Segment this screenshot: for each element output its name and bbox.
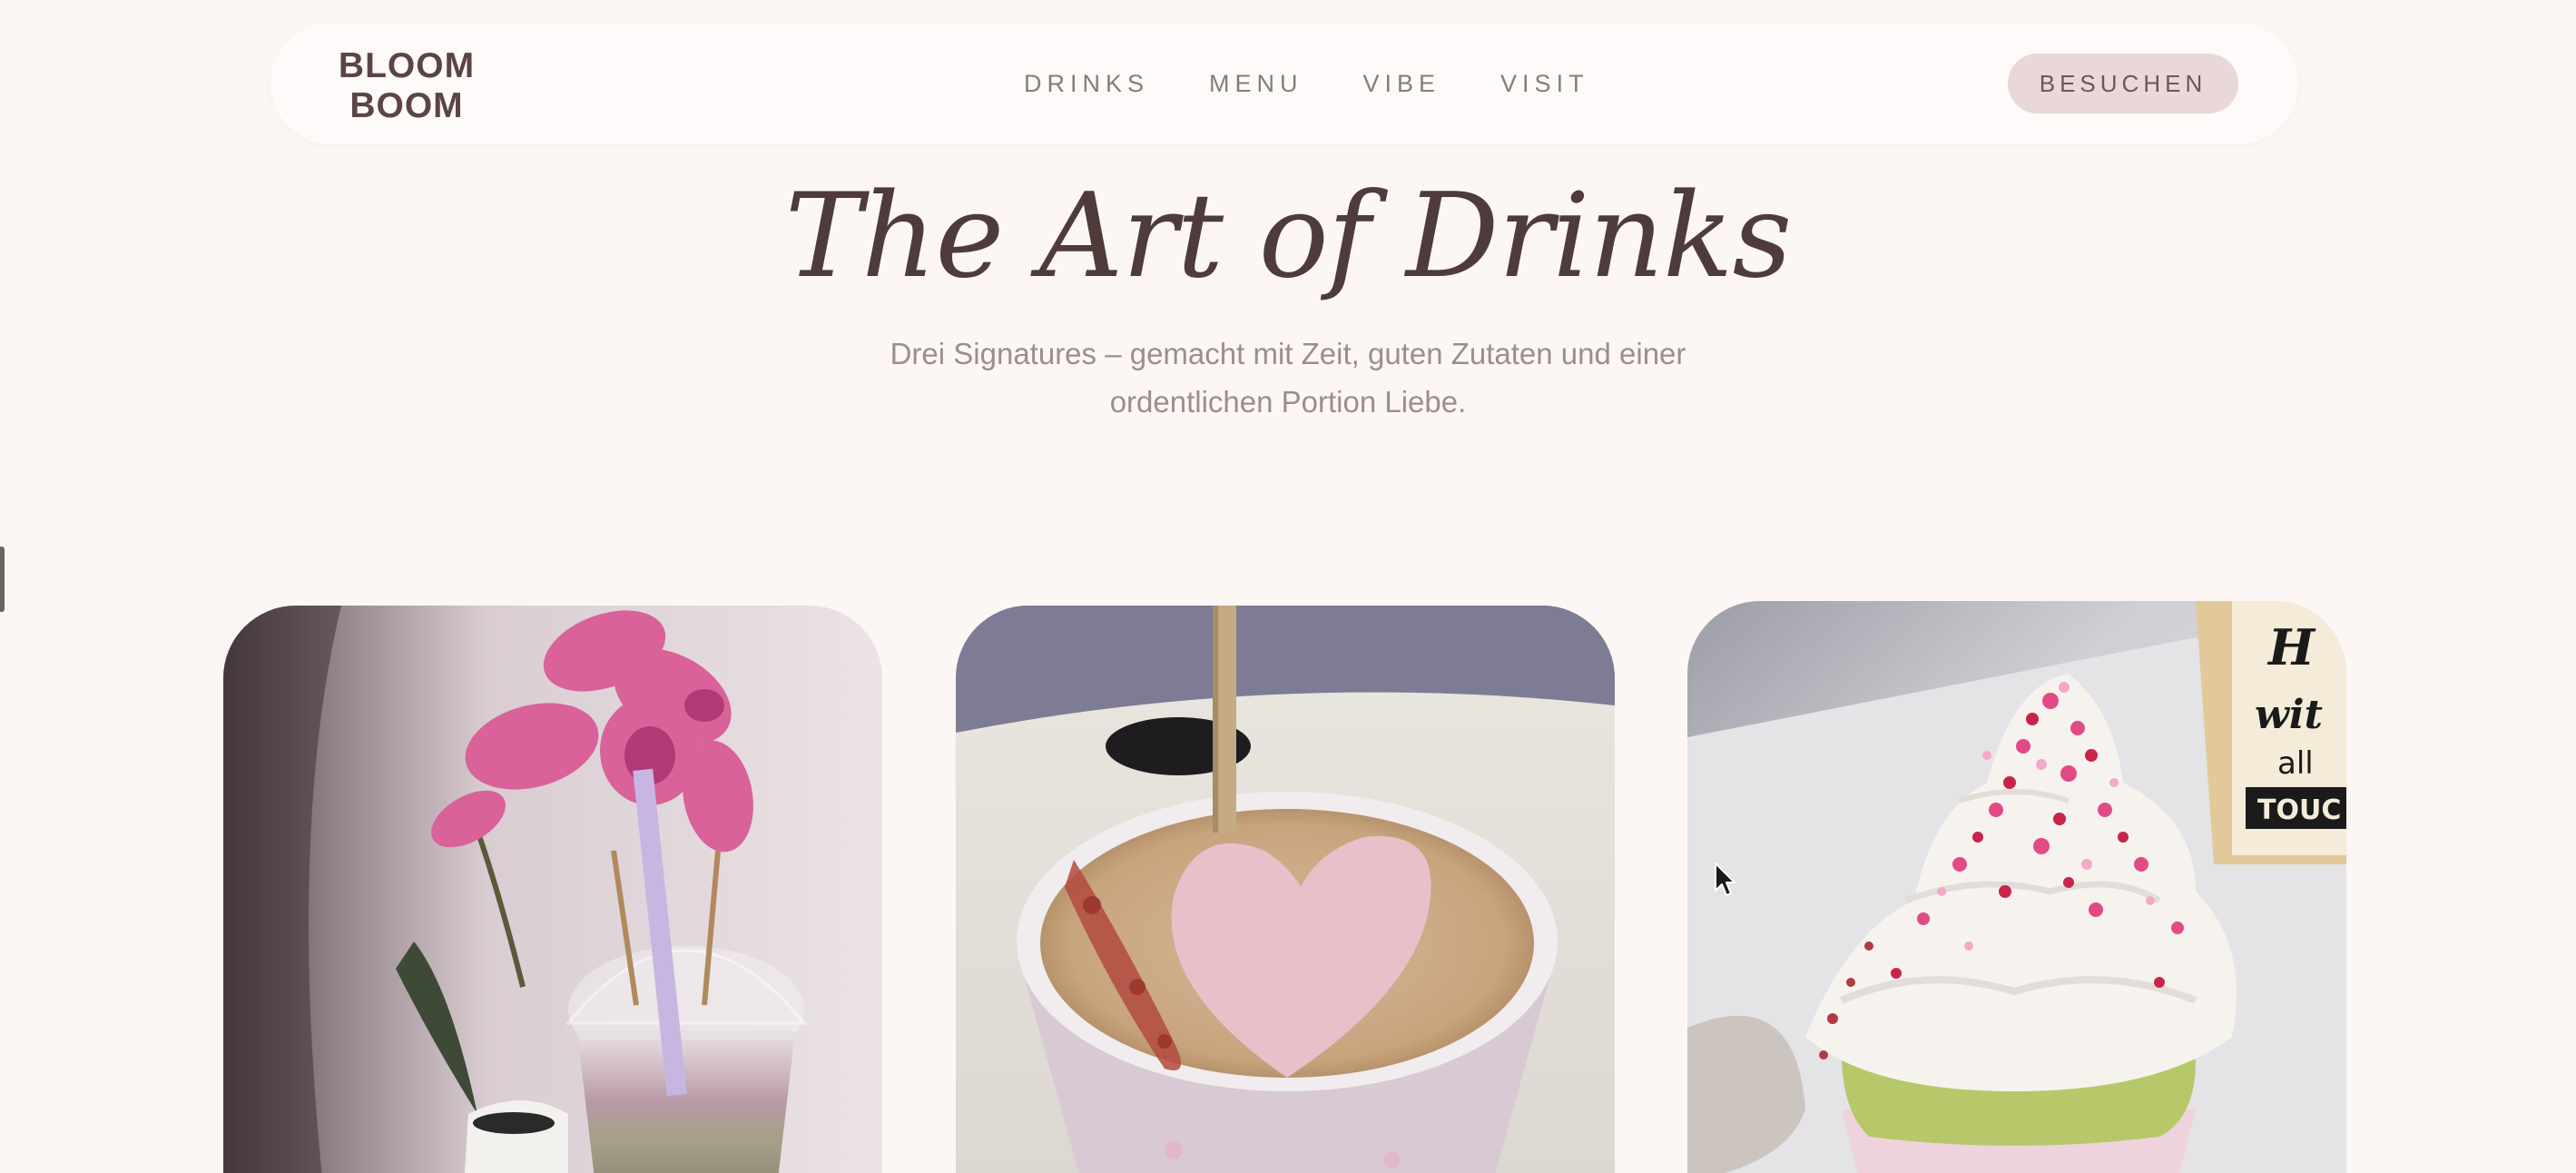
svg-text:wit: wit bbox=[2255, 692, 2323, 738]
side-drawer-handle[interactable] bbox=[0, 547, 5, 612]
svg-text:TOUC: TOUC bbox=[2257, 794, 2341, 826]
nav-links: DRINKS MENU VIBE VISIT bbox=[1024, 23, 1589, 144]
nav-link-menu[interactable]: MENU bbox=[1209, 70, 1303, 98]
drink-card-2[interactable] bbox=[956, 606, 1615, 1173]
drink-card-1[interactable] bbox=[223, 606, 882, 1173]
brand-logo[interactable]: BLOOM BOOM bbox=[332, 46, 481, 126]
orchid-iced-drink-photo bbox=[223, 606, 882, 1173]
logo-line-1: BLOOM bbox=[338, 46, 476, 85]
svg-text:all: all bbox=[2277, 745, 2314, 782]
page-title: The Art of Drinks bbox=[784, 169, 1793, 304]
nav-link-drinks[interactable]: DRINKS bbox=[1024, 70, 1149, 98]
logo-line-2: BOOM bbox=[349, 86, 464, 125]
svg-text:H: H bbox=[2266, 618, 2316, 676]
heart-latte-photo bbox=[956, 606, 1615, 1173]
besuchen-button[interactable]: BESUCHEN bbox=[2008, 54, 2238, 113]
nav-link-vibe[interactable]: VIBE bbox=[1363, 70, 1441, 98]
page-subtitle: Drei Signatures – gemacht mit Zeit, gute… bbox=[890, 337, 1686, 419]
navbar: BLOOM BOOM DRINKS MENU VIBE VISIT BESUCH… bbox=[270, 23, 2298, 144]
sprinkle-cream-cup-photo: H wit all TOUC bbox=[1687, 601, 2346, 1173]
drink-card-3[interactable]: H wit all TOUC bbox=[1687, 601, 2346, 1173]
nav-link-visit[interactable]: VISIT bbox=[1500, 70, 1589, 98]
